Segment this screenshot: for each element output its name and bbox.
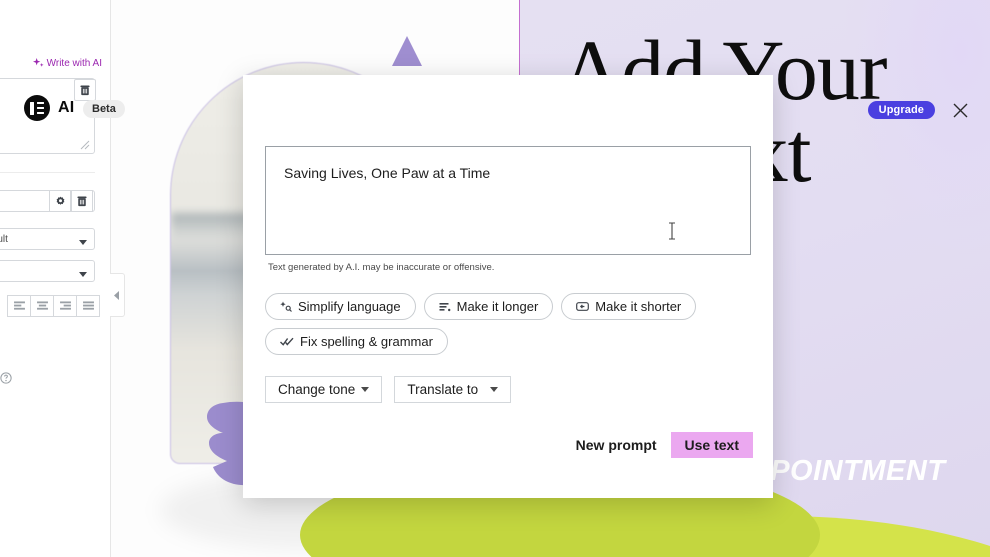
align-justify-button[interactable]: [76, 295, 100, 317]
beta-badge: Beta: [83, 100, 125, 118]
check-double-icon: [280, 337, 294, 346]
chevron-down-icon: [361, 387, 370, 392]
align-right-icon: [59, 301, 71, 310]
chip-label: Fix spelling & grammar: [300, 334, 433, 349]
sidebar-select-default[interactable]: fault: [0, 228, 95, 250]
prompt-textarea[interactable]: Saving Lives, One Paw at a Time: [265, 146, 751, 255]
new-prompt-button[interactable]: New prompt: [576, 437, 657, 453]
text-cursor-icon: [669, 222, 675, 240]
align-left-button[interactable]: [7, 295, 31, 317]
chip-simplify-language[interactable]: Simplify language: [265, 293, 416, 320]
dialog-footer: New prompt Use text: [576, 432, 753, 458]
translate-to-label: Translate to: [407, 382, 479, 397]
align-right-button[interactable]: [53, 295, 77, 317]
ai-brand-label: AI: [58, 99, 75, 116]
editor-sidebar: Write with AI re: [0, 0, 111, 557]
translate-to-dropdown[interactable]: Translate to: [394, 376, 512, 403]
chevron-down-icon: [79, 237, 87, 248]
dropdown-row: Change tone Translate to: [265, 376, 512, 403]
sidebar-divider: [0, 172, 95, 173]
close-icon: [953, 103, 967, 117]
trash-icon: [77, 196, 87, 206]
simplify-icon: [280, 301, 292, 312]
help-icon: [0, 372, 12, 384]
use-text-button[interactable]: Use text: [670, 432, 753, 458]
chip-label: Make it longer: [456, 299, 539, 314]
gear-icon: [56, 196, 64, 205]
quick-action-chips: Simplify language Make it longer Make it…: [265, 293, 755, 355]
expand-lines-icon: [439, 302, 451, 311]
screen: Add Your ng Text N APPOINTMENT Write wit…: [0, 0, 990, 557]
sidebar-select-default-value: fault: [0, 233, 8, 245]
upgrade-button[interactable]: Upgrade: [867, 101, 935, 119]
sidebar-row-trash-button[interactable]: [71, 190, 93, 212]
shrink-icon: [576, 302, 590, 311]
align-center-icon: [36, 301, 48, 310]
chevron-down-icon: [490, 387, 499, 392]
write-with-ai-button[interactable]: Write with AI: [32, 58, 102, 69]
chip-label: Make it shorter: [595, 299, 682, 314]
sidebar-collapse-button[interactable]: [110, 273, 125, 317]
write-with-ai-label: Write with AI: [46, 58, 102, 69]
chevron-left-icon: [114, 290, 119, 300]
sparkle-icon: [32, 58, 44, 67]
close-button[interactable]: [950, 100, 970, 120]
align-justify-icon: [82, 301, 94, 310]
alignment-button-group[interactable]: [7, 295, 100, 317]
chip-make-it-shorter[interactable]: Make it shorter: [561, 293, 697, 320]
elementor-logo-icon: [24, 95, 50, 121]
trash-icon: [80, 85, 90, 95]
align-center-button[interactable]: [30, 295, 54, 317]
ai-dialog-header: [243, 75, 773, 135]
chevron-down-icon: [79, 269, 87, 280]
align-left-icon: [13, 301, 25, 310]
chip-make-it-longer[interactable]: Make it longer: [423, 293, 554, 320]
textarea-resize-grip[interactable]: [80, 140, 90, 150]
triangle-accent-icon: [392, 36, 422, 66]
sidebar-textarea-trash-button[interactable]: [74, 79, 96, 101]
change-tone-label: Change tone: [278, 382, 356, 397]
sidebar-select-secondary[interactable]: [0, 260, 95, 282]
change-tone-dropdown[interactable]: Change tone: [265, 376, 383, 403]
sidebar-help-row[interactable]: [0, 372, 12, 384]
chip-label: Simplify language: [298, 299, 401, 314]
sidebar-settings-button[interactable]: [49, 190, 71, 212]
chip-fix-spelling-grammar[interactable]: Fix spelling & grammar: [265, 328, 448, 355]
